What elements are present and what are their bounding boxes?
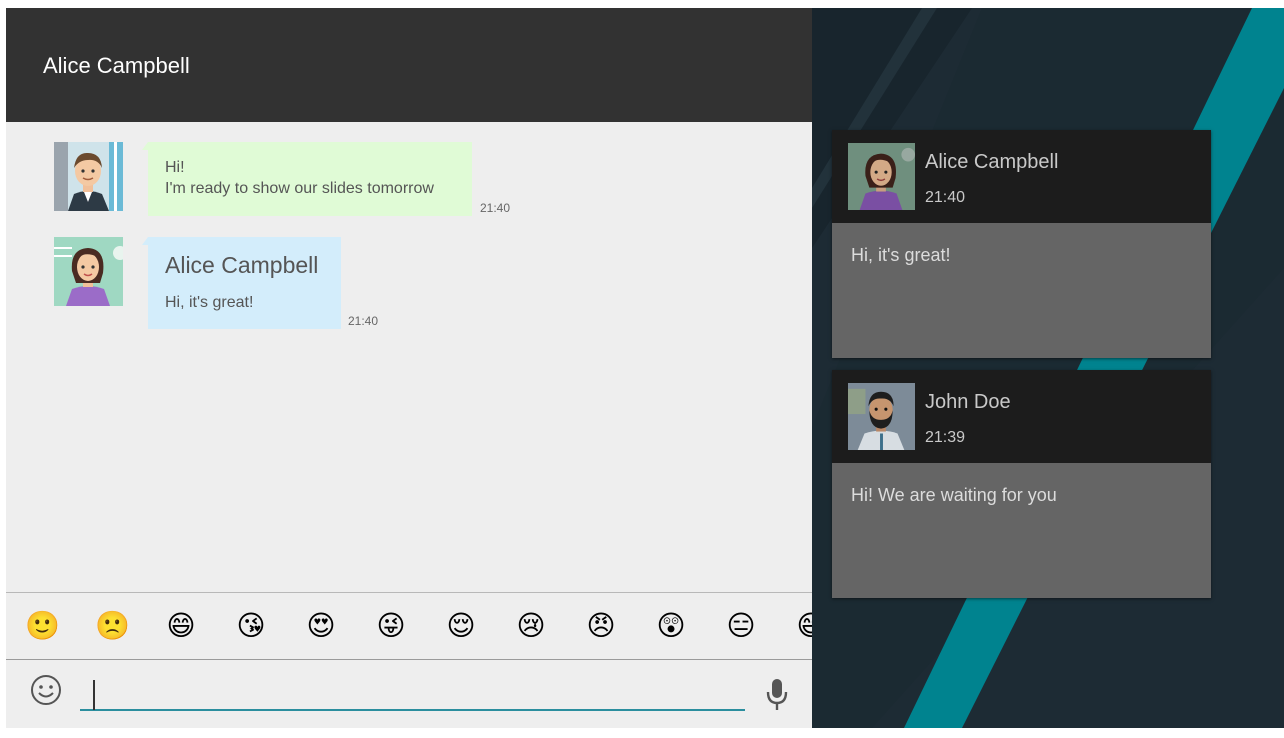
message-time: 21:40 — [348, 314, 379, 328]
emoji-cry-icon[interactable]: 😢 — [515, 610, 547, 642]
chat-pane: Alice Campbell Hi! I'm ready to show our… — [6, 8, 812, 728]
message-time: 21:40 — [480, 201, 511, 215]
emoji-sweat-smile-icon[interactable]: 😅 — [795, 610, 812, 642]
emoji-astonished-icon[interactable]: 😲 — [655, 610, 687, 642]
microphone-icon[interactable] — [764, 677, 790, 713]
notification-header: John Doe 21:39 — [832, 370, 1211, 463]
background-decoration — [812, 8, 1284, 728]
notification-text: Hi! We are waiting for you — [851, 485, 1057, 505]
emoji-bar: 🙂 🙁 😄 😘 😍 😜 😌 😢 😠 😲 😑 😅 — [6, 592, 812, 660]
message-line: Hi! — [165, 159, 185, 176]
emoji-tongue-icon[interactable]: 😜 — [375, 610, 407, 642]
message-text: Hi, it's great! — [165, 294, 254, 311]
message-line: I'm ready to show our slides tomorrow — [165, 180, 434, 197]
emoji-relieved-icon[interactable]: 😌 — [445, 610, 477, 642]
chat-header: Alice Campbell — [6, 8, 812, 122]
woman-avatar-icon — [848, 143, 915, 210]
emoji-kiss-icon[interactable]: 😘 — [235, 610, 267, 642]
notification-header: Alice Campbell 21:40 — [832, 130, 1211, 223]
composer — [6, 659, 812, 728]
notification-card[interactable]: John Doe 21:39 Hi! We are waiting for yo… — [832, 370, 1211, 598]
man-avatar-icon[interactable] — [54, 142, 123, 211]
message-input[interactable] — [80, 671, 745, 711]
smiley-icon[interactable] — [30, 674, 62, 706]
notification-time: 21:40 — [925, 189, 966, 206]
notification-text: Hi, it's great! — [851, 245, 951, 265]
notification-card[interactable]: Alice Campbell 21:40 Hi, it's great! — [832, 130, 1211, 358]
emoji-expressionless-icon[interactable]: 😑 — [725, 610, 757, 642]
message-bubble: Hi! I'm ready to show our slides tomorro… — [142, 142, 472, 216]
message-bubble: Alice Campbell Hi, it's great! — [142, 237, 341, 329]
emoji-angry-icon[interactable]: 😠 — [585, 610, 617, 642]
emoji-smile-icon[interactable]: 🙂 — [25, 610, 60, 642]
notification-time: 21:39 — [925, 429, 966, 446]
woman-avatar-icon[interactable] — [54, 237, 123, 306]
emoji-sad-icon[interactable]: 🙁 — [95, 610, 130, 642]
emoji-grin-icon[interactable]: 😄 — [165, 610, 197, 642]
emoji-heart-eyes-icon[interactable]: 😍 — [305, 610, 337, 642]
notifications-pane: Alice Campbell 21:40 Hi, it's great! Joh… — [812, 8, 1284, 728]
chat-title: Alice Campbell — [43, 53, 190, 78]
notification-sender: Alice Campbell — [925, 151, 1059, 173]
text-cursor — [93, 680, 95, 710]
notification-sender: John Doe — [925, 391, 1011, 413]
bearded-man-avatar-icon — [848, 383, 915, 450]
message-sender: Alice Campbell — [165, 252, 319, 278]
